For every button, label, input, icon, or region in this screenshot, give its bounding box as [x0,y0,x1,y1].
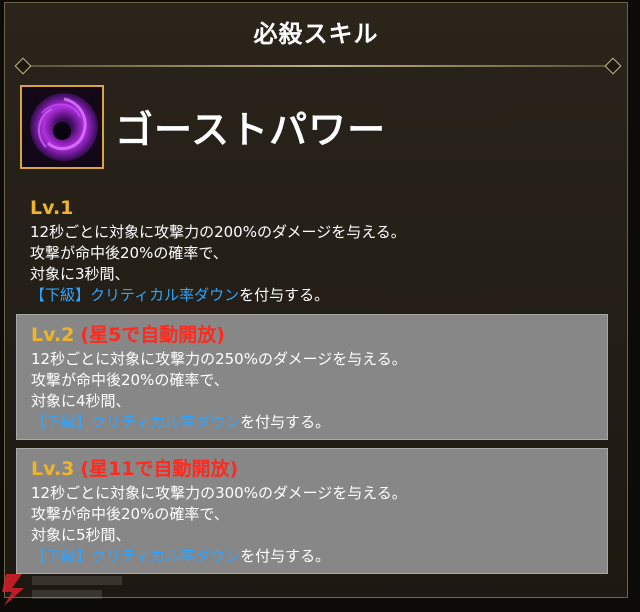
site-logo-watermark [0,566,130,608]
level-desc-line: 12秒ごとに対象に攻撃力の250%のダメージを与える。 [31,350,407,368]
unlock-condition: (星11で自動開放) [80,458,239,480]
debuff-name: 【下級】クリティカル率ダウン [31,547,241,565]
skill-level-2: Lv.2 (星5で自動開放) 12秒ごとに対象に攻撃力の250%のダメージを与える… [16,314,608,440]
level-effect-line: 【下級】クリティカル率ダウンを付与する。 [31,546,593,567]
level-label: Lv.1 [30,197,74,219]
level-header: Lv.1 [30,196,594,222]
level-desc-line: 攻撃が命中後20%の確率で、 [31,505,229,523]
header-divider [14,57,622,75]
debuff-name: 【下級】クリティカル率ダウン [31,413,241,431]
skill-level-3: Lv.3 (星11で自動開放) 12秒ごとに対象に攻撃力の300%のダメージを与え… [16,448,608,574]
purple-vortex-icon [20,85,104,169]
panel-header: 必殺スキル [5,3,627,59]
effect-suffix: を付与する。 [240,547,331,565]
level-label: Lv.2 [31,324,75,346]
level-desc-line: 12秒ごとに対象に攻撃力の200%のダメージを与える。 [30,223,406,241]
level-desc-line: 対象に3秒間、 [30,265,130,283]
level-desc-line: 攻撃が命中後20%の確率で、 [31,371,229,389]
level-header: Lv.3 (星11で自動開放) [31,457,593,483]
level-desc-line: 対象に4秒間、 [31,392,131,410]
skill-level-1: Lv.1 12秒ごとに対象に攻撃力の200%のダメージを与える。 攻撃が命中後2… [16,188,608,304]
effect-suffix: を付与する。 [239,286,330,304]
level-desc-line: 対象に5秒間、 [31,526,131,544]
divider-ornament-right [604,57,622,75]
divider-ornament-left [14,57,32,75]
level-desc-line: 攻撃が命中後20%の確率で、 [30,244,228,262]
skill-name: ゴーストパワー [115,108,387,152]
debuff-name: 【下級】クリティカル率ダウン [30,286,240,304]
unlock-condition: (星5で自動開放) [80,324,225,346]
level-label: Lv.3 [31,458,75,480]
level-effect-line: 【下級】クリティカル率ダウンを付与する。 [30,285,594,306]
effect-suffix: を付与する。 [240,413,331,431]
level-effect-line: 【下級】クリティカル率ダウンを付与する。 [31,412,593,433]
panel-title: 必殺スキル [253,19,379,48]
level-desc-line: 12秒ごとに対象に攻撃力の300%のダメージを与える。 [31,484,407,502]
level-header: Lv.2 (星5で自動開放) [31,323,593,349]
